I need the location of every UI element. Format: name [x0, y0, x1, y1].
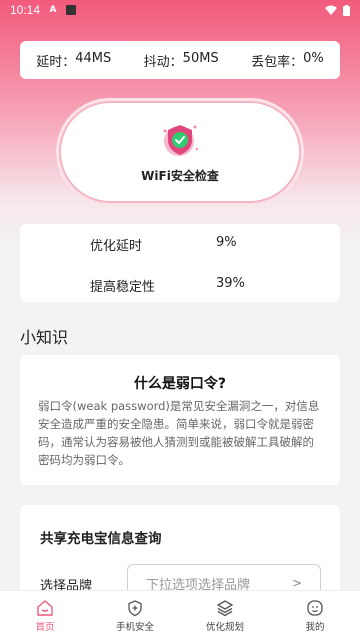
- home-icon: [37, 599, 53, 616]
- smile-icon: [307, 599, 323, 616]
- latency-value: 44MS: [75, 50, 112, 66]
- optimization-card: 优化延时 9% 提高稳定性 39%: [20, 224, 340, 302]
- network-stats-card: 延时： 44MS 抖动： 50MS 丢包率： 0%: [20, 41, 340, 79]
- packet-loss-stat: 丢包率： 0%: [251, 51, 324, 70]
- tab-mine[interactable]: 我的: [270, 591, 360, 640]
- tab-optimize-plan-label: 优化规划: [205, 621, 244, 633]
- tab-phone-security-label: 手机安全: [115, 621, 154, 633]
- wifi-security-check-button[interactable]: WiFi安全检查: [59, 101, 301, 203]
- knowledge-title: 什么是弱口令?: [133, 376, 227, 392]
- a-icon: A: [49, 5, 57, 15]
- layers-icon: [216, 599, 234, 616]
- query-title: 共享充电宝信息查询: [40, 531, 162, 547]
- shield-plus-icon: [128, 599, 142, 616]
- bottom-tab-bar: 首页 手机安全 优化规划 我的: [0, 590, 360, 640]
- packet-loss-label: 丢包率：: [251, 54, 304, 70]
- jitter-label: 抖动：: [143, 54, 183, 70]
- chevron-right-icon: >: [291, 576, 302, 590]
- tab-mine-label: 我的: [305, 621, 325, 633]
- wifi-check-label: WiFi安全检查: [141, 168, 219, 183]
- knowledge-body: 弱口令(weak password)是常见安全漏洞之一，对信息安全造成严重的安全…: [38, 399, 320, 467]
- app-notification-icon: [66, 5, 77, 15]
- status-bar: 10:14 A: [0, 0, 360, 20]
- tab-optimize-plan[interactable]: 优化规划: [180, 591, 270, 640]
- improve-stability-label: 提高稳定性: [90, 280, 156, 295]
- latency-stat: 延时： 44MS: [36, 51, 111, 70]
- battery-icon: [343, 4, 350, 16]
- shield-check-icon: [163, 124, 199, 156]
- status-time: 10:14: [10, 3, 41, 17]
- jitter-stat: 抖动： 50MS: [144, 51, 219, 70]
- packet-loss-value: 0%: [303, 50, 324, 66]
- knowledge-section-title: 小知识: [20, 328, 69, 347]
- tab-home-label: 首页: [35, 621, 55, 633]
- optimize-latency-label: 优化延时: [90, 239, 143, 254]
- tab-home[interactable]: 首页: [0, 591, 90, 640]
- knowledge-card: 什么是弱口令? 弱口令(weak password)是常见安全漏洞之一，对信息安…: [20, 355, 340, 485]
- wifi-icon: [325, 5, 337, 15]
- optimize-latency-value: 9%: [216, 235, 237, 250]
- latency-label: 延时：: [36, 54, 76, 70]
- improve-stability-value: 39%: [216, 276, 245, 291]
- tab-phone-security[interactable]: 手机安全: [90, 591, 180, 640]
- jitter-value: 50MS: [182, 50, 219, 66]
